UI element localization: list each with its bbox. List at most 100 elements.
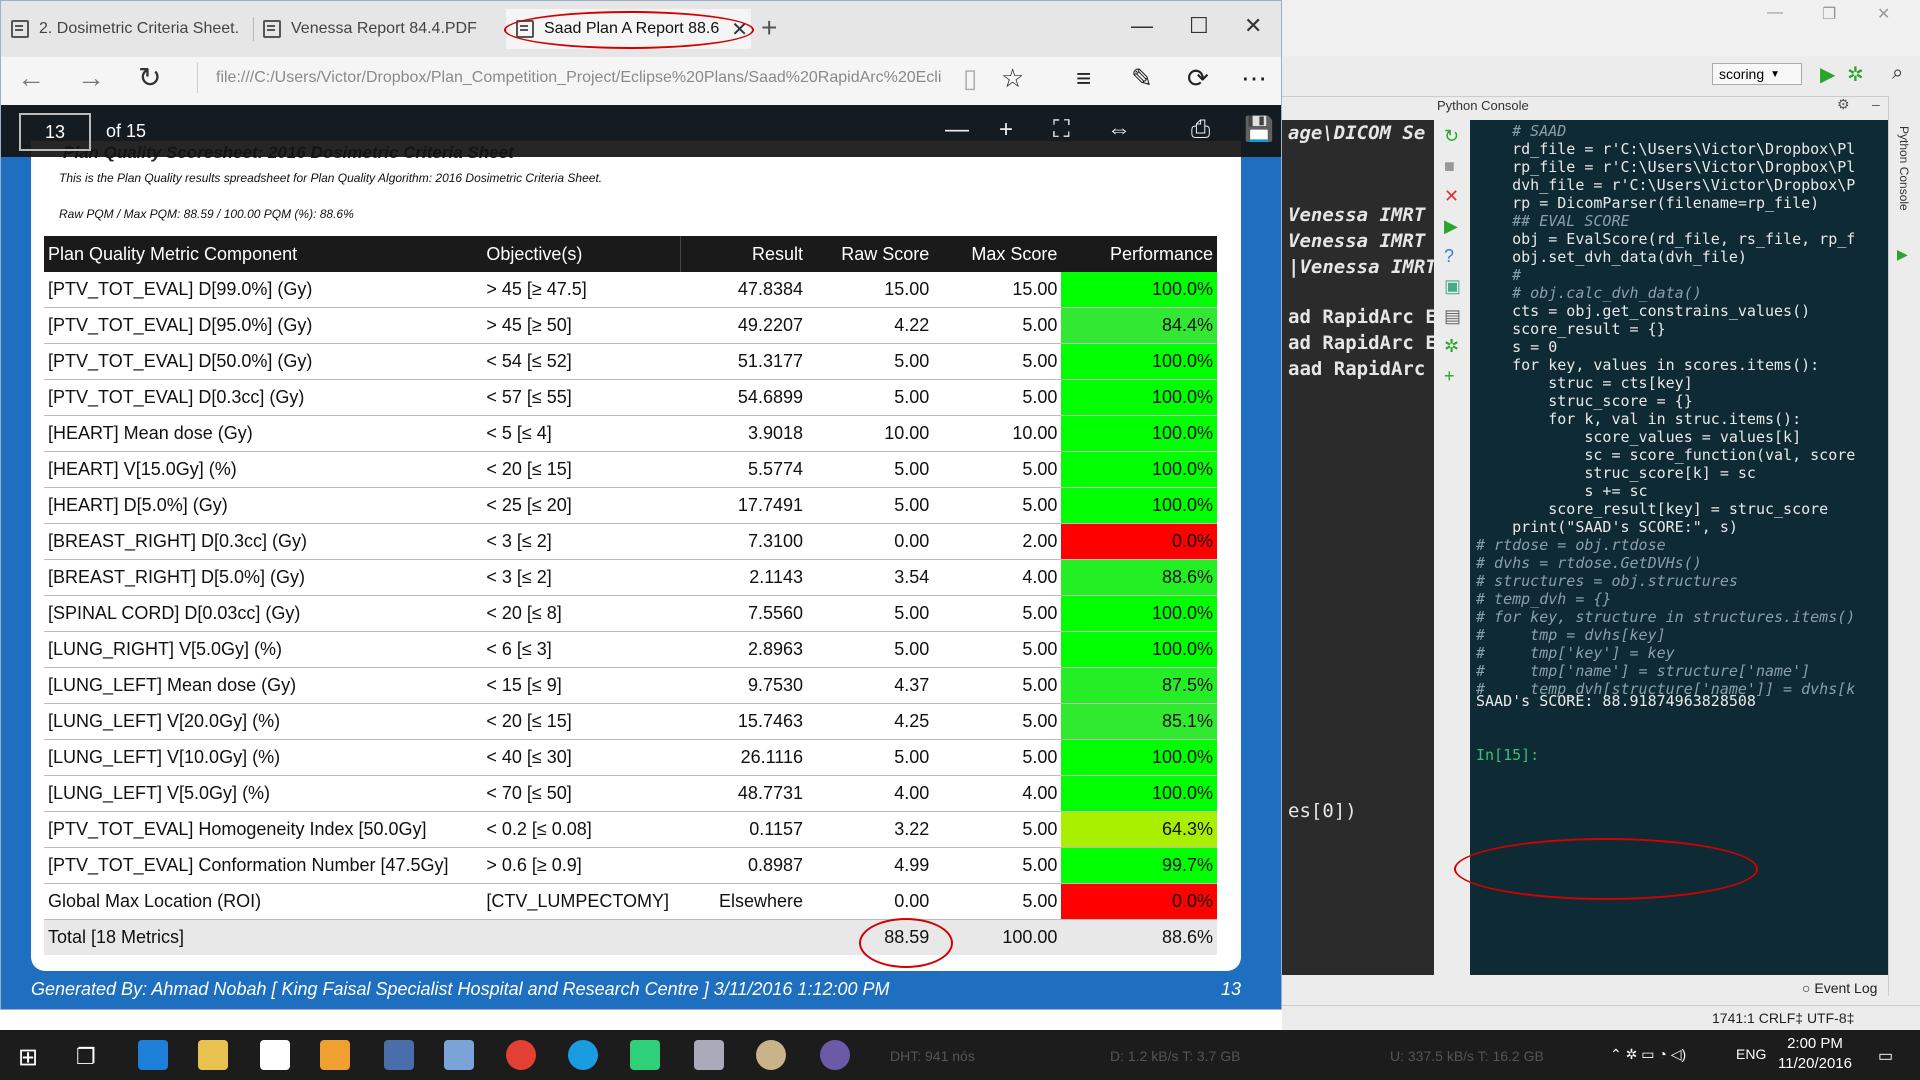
hide-panel-icon[interactable]: – — [1872, 96, 1880, 112]
forward-icon[interactable]: → — [77, 63, 105, 93]
search-icon: ○ — [1802, 980, 1811, 996]
metric-component: [PTV_TOT_EVAL] D[99.0%] (Gy) — [44, 272, 483, 308]
search-icon[interactable]: ⌕ — [1892, 62, 1903, 85]
new-tab-button[interactable]: + — [761, 13, 777, 43]
debug-icon[interactable]: ✲ — [1847, 62, 1864, 87]
minimize-button[interactable]: — — [1131, 13, 1153, 39]
tab-venessa-report[interactable]: Venessa Report 84.4.PDF — [263, 9, 493, 49]
metric-objective: < 25 [≤ 20] — [482, 487, 681, 524]
edge-taskbar-icon[interactable] — [138, 1040, 168, 1070]
media-icon[interactable] — [320, 1040, 350, 1070]
reading-view-icon[interactable]: ▯ — [963, 63, 977, 93]
console-line: dvh_file = r'C:\Users\Victor\Dropbox\P — [1476, 176, 1856, 194]
metric-max-score: 5.00 — [933, 343, 1062, 380]
metric-result: 7.3100 — [680, 523, 807, 560]
table-row: [BREAST_RIGHT] D[0.3cc] (Gy) < 3 [≤ 2] 7.3… — [44, 523, 1217, 560]
metric-performance: 0.0% — [1061, 523, 1217, 560]
remote-desktop-icon[interactable] — [694, 1040, 724, 1070]
ide-restore-button[interactable]: ❐ — [1822, 4, 1836, 24]
tab-dosimetric-criteria[interactable]: 2. Dosimetric Criteria Sheet. — [11, 9, 251, 49]
table-row: [PTV_TOT_EVAL] D[0.3cc] (Gy) < 57 [≤ 55] 5… — [44, 379, 1217, 416]
pycharm-icon[interactable] — [630, 1040, 660, 1070]
tab-saad-report[interactable]: Saad Plan A Report 88.6 ✕ — [506, 9, 751, 49]
back-icon[interactable]: ← — [17, 63, 45, 93]
page-number-input[interactable]: 13 — [19, 113, 91, 151]
metric-raw-score: 5.00 — [807, 739, 934, 776]
windows-start-icon[interactable]: ⊞ — [18, 1043, 38, 1072]
more-icon[interactable]: ⋯ — [1241, 63, 1267, 93]
url-field[interactable]: file:///C:/Users/Victor/Dropbox/Plan_Com… — [216, 69, 941, 87]
close-window-button[interactable]: ✕ — [1244, 13, 1262, 39]
python-console[interactable]: # SAAD rd_file = r'C:\Users\Victor\Dropb… — [1470, 120, 1888, 975]
editor-line: es[0]) — [1288, 800, 1357, 822]
torrent-icon[interactable] — [756, 1040, 786, 1070]
fit-page-icon[interactable]: ⛶ — [1053, 117, 1070, 143]
refresh-icon[interactable]: ↻ — [138, 63, 161, 93]
metric-performance: 100.0% — [1061, 739, 1217, 776]
zoom-out-icon[interactable]: — — [945, 117, 969, 143]
variables-icon[interactable]: ▣ — [1444, 276, 1461, 296]
close-icon[interactable]: ✕ — [1444, 186, 1459, 206]
save-icon[interactable]: 💾 — [1244, 117, 1274, 143]
code-editor[interactable]: age\DICOM Se Venessa IMRT Venessa IMRT |… — [1282, 120, 1437, 975]
metric-objective: < 40 [≤ 30] — [482, 739, 681, 776]
network-app-icon[interactable] — [444, 1040, 474, 1070]
tab-label: Saad Plan A Report 88.6 — [544, 20, 720, 37]
console-line: struc = cts[key] — [1476, 374, 1693, 392]
fit-width-icon[interactable]: ⇔ — [1107, 117, 1131, 143]
metric-performance: 100.0% — [1061, 451, 1217, 488]
metric-result: 47.8384 — [680, 272, 807, 308]
ide-window: — ❐ ✕ scoring ▼ ▶ ✲ ⌕ Python Console ⚙ –… — [1282, 0, 1920, 1031]
metric-component: [BREAST_RIGHT] D[5.0%] (Gy) — [44, 559, 483, 596]
store-icon[interactable] — [260, 1040, 290, 1070]
table-row: [BREAST_RIGHT] D[5.0%] (Gy) < 3 [≤ 2] 2.11… — [44, 559, 1217, 596]
gear-icon[interactable]: ⚙ — [1837, 96, 1850, 113]
clock-date: 11/20/2016 — [1778, 1055, 1852, 1072]
tray-icons[interactable]: ⌃ ✲ ▭ ◔ ◁) — [1610, 1046, 1686, 1063]
stop-icon[interactable]: ■ — [1444, 156, 1455, 176]
metric-performance: 85.1% — [1061, 703, 1217, 740]
language-indicator[interactable]: ENG — [1736, 1046, 1766, 1062]
console-line: sc = score_function(val, score — [1476, 446, 1856, 464]
ide-close-button[interactable]: ✕ — [1877, 4, 1890, 24]
tab-label: Venessa Report 84.4.PDF — [291, 20, 477, 37]
chevron-down-icon: ▼ — [1770, 68, 1781, 80]
favorite-star-icon[interactable]: ☆ — [1001, 63, 1024, 93]
share-icon[interactable]: ⟳ — [1187, 63, 1209, 93]
ide-minimize-button[interactable]: — — [1767, 4, 1783, 22]
metric-result: 49.2207 — [680, 307, 807, 344]
metric-raw-score: 5.00 — [807, 343, 934, 380]
python-console-tool-tab[interactable]: Python Console — [1897, 126, 1911, 211]
metric-result: 0.8987 — [680, 847, 807, 884]
web-note-icon[interactable]: ✎ — [1131, 63, 1153, 93]
metric-component: [SPINAL CORD] D[0.03cc] (Gy) — [44, 595, 483, 632]
run-icon[interactable]: ▶ — [1820, 62, 1835, 87]
run-tool-icon[interactable]: ▶ — [1897, 246, 1908, 263]
clock[interactable]: 2:00 PM 11/20/2016 — [1770, 1034, 1860, 1074]
metric-objective: < 20 [≤ 8] — [482, 595, 681, 632]
app-icon[interactable] — [384, 1040, 414, 1070]
file-explorer-icon[interactable] — [198, 1040, 228, 1070]
event-log-button[interactable]: ○ Event Log — [1802, 980, 1877, 996]
execute-icon[interactable]: ▶ — [1444, 216, 1458, 236]
new-console-icon[interactable]: + — [1444, 366, 1455, 386]
notifications-icon[interactable]: ▭ — [1878, 1046, 1893, 1066]
run-config-select[interactable]: scoring ▼ — [1712, 63, 1802, 85]
hub-icon[interactable]: ≡ — [1076, 63, 1091, 93]
zoom-in-icon[interactable]: + — [999, 117, 1013, 143]
print-icon[interactable]: ⎙ — [1191, 117, 1210, 143]
rerun-icon[interactable]: ↻ — [1444, 126, 1459, 146]
table-row: [PTV_TOT_EVAL] Homogeneity Index [50.0Gy… — [44, 811, 1217, 848]
attach-debugger-icon[interactable]: ✲ — [1444, 336, 1459, 356]
help-icon[interactable]: ? — [1444, 246, 1454, 266]
maximize-button[interactable]: ☐ — [1189, 13, 1209, 39]
task-view-icon[interactable]: ❐ — [76, 1044, 96, 1070]
console-line: # — [1476, 266, 1522, 284]
skype-icon[interactable] — [568, 1040, 598, 1070]
app-circle-icon[interactable] — [820, 1040, 850, 1070]
chrome-icon[interactable] — [506, 1040, 536, 1070]
table-row: [SPINAL CORD] D[0.03cc] (Gy) < 20 [≤ 8] 7.… — [44, 595, 1217, 632]
close-tab-icon[interactable]: ✕ — [731, 17, 748, 42]
console-line: print("SAAD's SCORE:", s) — [1476, 518, 1738, 536]
history-icon[interactable]: ▤ — [1444, 306, 1461, 326]
